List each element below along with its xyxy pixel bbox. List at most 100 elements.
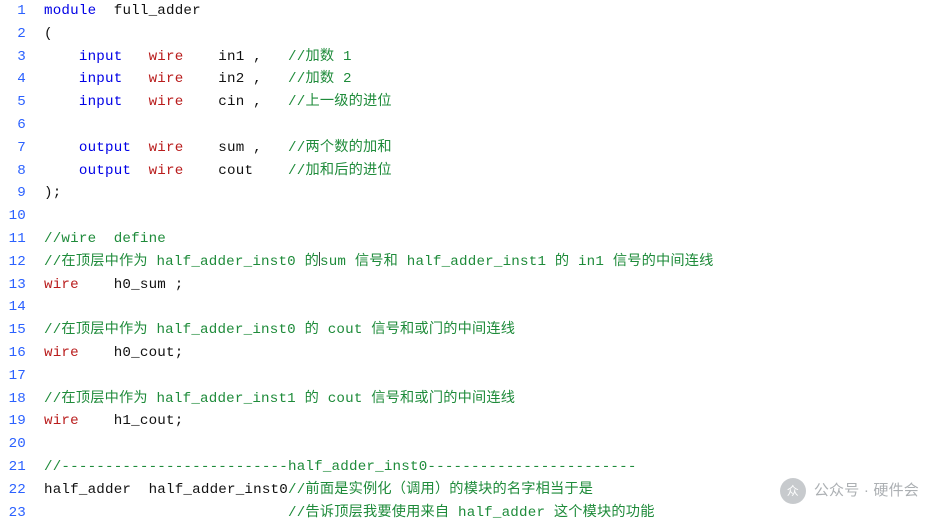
- token-id: h0_cout;: [79, 345, 184, 361]
- code-line: wire h0_cout;: [44, 342, 939, 365]
- line-number-gutter: 1234567891011121314151617181920212223: [0, 0, 34, 524]
- token-id: full_adder: [96, 3, 201, 19]
- token-kw: input: [79, 94, 123, 110]
- token-type: wire: [149, 94, 184, 110]
- token-cm: //上一级的进位: [288, 94, 392, 110]
- token-cm: sum 信号和 half_adder_inst1 的 in1 信号的中间连线: [320, 254, 714, 270]
- code-editor-view: 1234567891011121314151617181920212223 mo…: [0, 0, 939, 526]
- token-cm: //加数 1: [288, 49, 352, 65]
- token-id: [122, 94, 148, 110]
- token-id: [44, 49, 79, 65]
- code-line: input wire in1 , //加数 1: [44, 46, 939, 69]
- token-pun: );: [44, 185, 61, 201]
- line-number: 14: [0, 296, 26, 319]
- token-kw: module: [44, 3, 96, 19]
- token-id: sum ,: [183, 140, 288, 156]
- line-number: 6: [0, 114, 26, 137]
- code-line: //在顶层中作为 half_adder_inst0 的sum 信号和 half_…: [44, 251, 939, 274]
- code-line: //--------------------------half_adder_i…: [44, 456, 939, 479]
- token-type: wire: [149, 49, 184, 65]
- token-type: wire: [149, 140, 184, 156]
- line-number: 18: [0, 388, 26, 411]
- token-id: [131, 163, 148, 179]
- line-number: 3: [0, 46, 26, 69]
- token-kw: output: [79, 140, 131, 156]
- code-line: //在顶层中作为 half_adder_inst1 的 cout 信号和或门的中…: [44, 388, 939, 411]
- code-line: [44, 296, 939, 319]
- line-number: 8: [0, 160, 26, 183]
- token-cm: //告诉顶层我要使用来自 half_adder 这个模块的功能: [288, 505, 655, 521]
- token-type: wire: [149, 163, 184, 179]
- line-number: 4: [0, 68, 26, 91]
- code-line: wire h1_cout;: [44, 410, 939, 433]
- token-cm: //在顶层中作为 half_adder_inst1 的 cout 信号和或门的中…: [44, 391, 515, 407]
- code-line: module full_adder: [44, 0, 939, 23]
- token-kw: output: [79, 163, 131, 179]
- code-line: //告诉顶层我要使用来自 half_adder 这个模块的功能: [44, 502, 939, 525]
- token-id: cout: [183, 163, 288, 179]
- line-number: 17: [0, 365, 26, 388]
- code-line: //wire define: [44, 228, 939, 251]
- token-cm: //加和后的进位: [288, 163, 392, 179]
- token-pun: (: [44, 26, 53, 42]
- line-number: 15: [0, 319, 26, 342]
- token-id: h1_cout;: [79, 413, 184, 429]
- code-line: [44, 205, 939, 228]
- token-id: half_adder half_adder_inst0: [44, 482, 288, 498]
- token-cm: //wire define: [44, 231, 166, 247]
- token-id: h0_sum ;: [79, 277, 184, 293]
- code-line: [44, 114, 939, 137]
- token-cm: //--------------------------half_adder_i…: [44, 459, 637, 475]
- token-id: cin ,: [183, 94, 288, 110]
- token-type: wire: [44, 345, 79, 361]
- code-line: output wire sum , //两个数的加和: [44, 137, 939, 160]
- line-number: 16: [0, 342, 26, 365]
- line-number: 12: [0, 251, 26, 274]
- code-line: (: [44, 23, 939, 46]
- code-line: [44, 365, 939, 388]
- token-id: [44, 94, 79, 110]
- watermark-label: 公众号 · 硬件会: [814, 480, 919, 503]
- watermark-icon: 众: [780, 478, 806, 504]
- code-line: //在顶层中作为 half_adder_inst0 的 cout 信号和或门的中…: [44, 319, 939, 342]
- watermark: 众 公众号 · 硬件会: [780, 478, 919, 504]
- token-type: wire: [149, 71, 184, 87]
- token-cm: //加数 2: [288, 71, 352, 87]
- token-id: in1 ,: [183, 49, 288, 65]
- code-line: output wire cout //加和后的进位: [44, 160, 939, 183]
- line-number: 20: [0, 433, 26, 456]
- line-number: 1: [0, 0, 26, 23]
- code-line: [44, 433, 939, 456]
- token-type: wire: [44, 413, 79, 429]
- line-number: 13: [0, 274, 26, 297]
- token-cm: //前面是实例化（调用）的模块的名字相当于是: [288, 482, 593, 498]
- token-cm: //在顶层中作为 half_adder_inst0 的: [44, 254, 319, 270]
- line-number: 21: [0, 456, 26, 479]
- line-number: 7: [0, 137, 26, 160]
- token-type: wire: [44, 277, 79, 293]
- token-id: [44, 505, 288, 521]
- token-id: [44, 140, 79, 156]
- line-number: 19: [0, 410, 26, 433]
- token-kw: input: [79, 49, 123, 65]
- token-cm: //在顶层中作为 half_adder_inst0 的 cout 信号和或门的中…: [44, 322, 515, 338]
- line-number: 5: [0, 91, 26, 114]
- line-number: 10: [0, 205, 26, 228]
- token-kw: input: [79, 71, 123, 87]
- code-line: );: [44, 182, 939, 205]
- token-id: [122, 71, 148, 87]
- token-id: [122, 49, 148, 65]
- code-content: module full_adder ( input wire in1 , //加数…: [44, 0, 939, 524]
- line-number: 9: [0, 182, 26, 205]
- code-line: input wire cin , //上一级的进位: [44, 91, 939, 114]
- line-number: 11: [0, 228, 26, 251]
- token-id: [131, 140, 148, 156]
- token-id: [44, 163, 79, 179]
- line-number: 2: [0, 23, 26, 46]
- token-id: in2 ,: [183, 71, 288, 87]
- line-number: 23: [0, 502, 26, 525]
- code-line: input wire in2 , //加数 2: [44, 68, 939, 91]
- code-line: wire h0_sum ;: [44, 274, 939, 297]
- line-number: 22: [0, 479, 26, 502]
- token-id: [44, 71, 79, 87]
